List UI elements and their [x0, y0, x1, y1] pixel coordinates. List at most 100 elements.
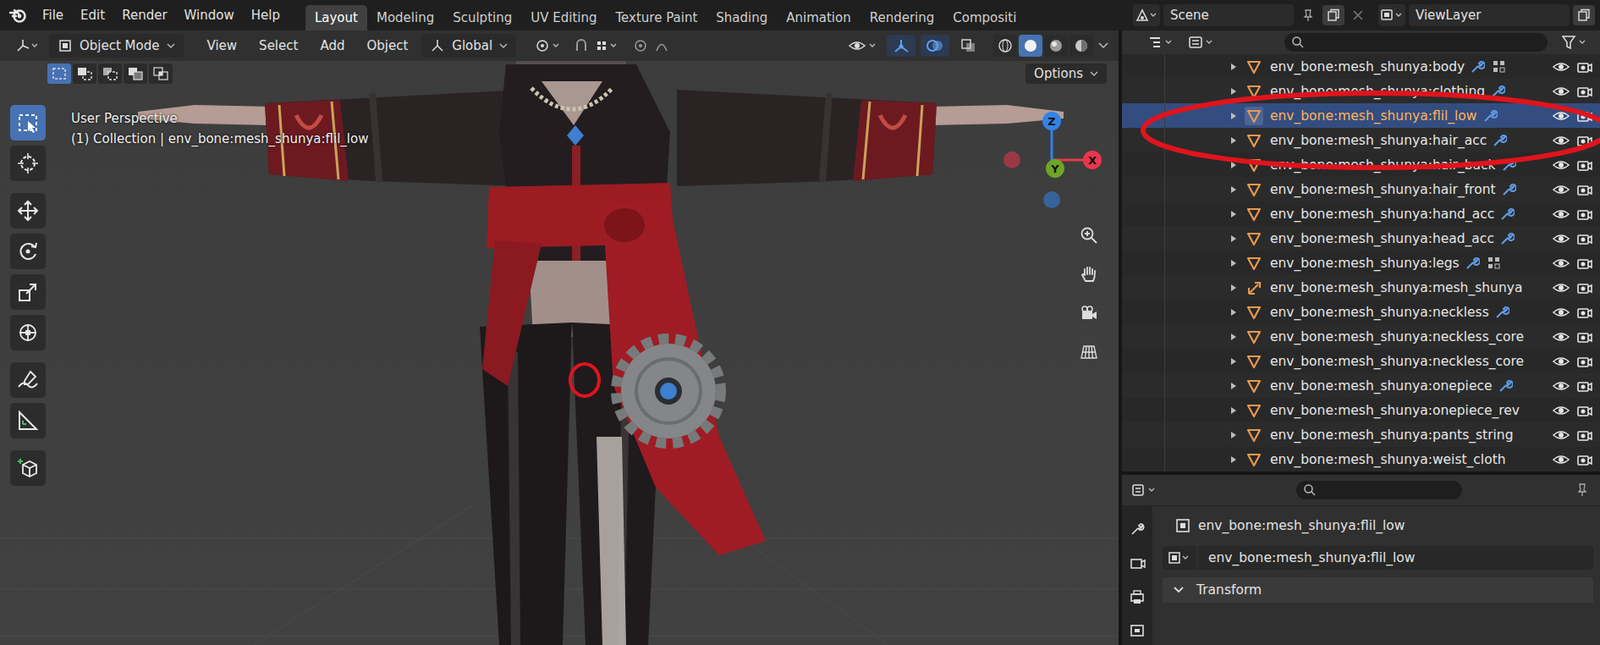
visibility-eye-icon[interactable]: [1550, 83, 1572, 99]
workspace-tab[interactable]: Texture Paint: [605, 5, 707, 31]
expand-arrow-icon[interactable]: [1229, 283, 1242, 292]
outliner-item-name[interactable]: env_bone:mesh_shunya:legs: [1266, 255, 1460, 271]
modifier-wrench-icon[interactable]: [1492, 304, 1512, 320]
zoom-icon[interactable]: [1074, 220, 1104, 250]
vertex-groups-icon[interactable]: [1490, 59, 1509, 75]
expand-arrow-icon[interactable]: [1229, 455, 1242, 464]
render-camera-icon[interactable]: [1574, 353, 1595, 369]
view-layer-tab-icon[interactable]: [1125, 619, 1150, 642]
expand-arrow-icon[interactable]: [1229, 357, 1242, 366]
subtract-select-mode-icon[interactable]: [98, 63, 122, 84]
expand-arrow-icon[interactable]: [1229, 234, 1242, 243]
orientation-dropdown[interactable]: Global: [421, 33, 517, 58]
render-camera-icon[interactable]: [1574, 402, 1595, 418]
render-camera-icon[interactable]: [1574, 83, 1595, 99]
move-tool-icon[interactable]: [10, 192, 46, 229]
visibility-eye-icon[interactable]: [1550, 304, 1572, 320]
outliner-row[interactable]: env_bone:mesh_shunya:onepiece: [1121, 373, 1600, 398]
set-select-mode-icon[interactable]: [47, 63, 72, 84]
modifier-wrench-icon[interactable]: [1490, 132, 1509, 149]
properties-pin-icon[interactable]: [1571, 479, 1594, 501]
menu-item[interactable]: Edit: [71, 4, 114, 27]
outliner-item-name[interactable]: env_bone:mesh_shunya:clothing: [1266, 83, 1485, 99]
expand-arrow-icon[interactable]: [1229, 62, 1242, 72]
outliner-item-name[interactable]: env_bone:mesh_shunya:hair_front: [1266, 181, 1496, 198]
workspace-tab[interactable]: Sculpting: [443, 5, 522, 31]
render-camera-icon[interactable]: [1574, 230, 1595, 247]
visibility-eye-icon[interactable]: [1550, 157, 1572, 173]
select-tool-icon[interactable]: [10, 104, 46, 141]
outliner-row[interactable]: env_bone:mesh_shunya:clothing: [1121, 78, 1600, 104]
outliner-editor-icon[interactable]: [1143, 32, 1182, 53]
rotate-tool-icon[interactable]: [10, 233, 46, 270]
pivot-icon[interactable]: [531, 35, 566, 56]
rendered-shading-icon[interactable]: [1069, 34, 1094, 57]
delete-scene-icon[interactable]: [1347, 5, 1369, 25]
snap-icon[interactable]: [570, 35, 625, 56]
viewport-menu-item[interactable]: Object: [357, 34, 417, 57]
expand-arrow-icon[interactable]: [1229, 209, 1242, 219]
intersect-select-mode-icon[interactable]: [148, 63, 173, 84]
axis-gizmo[interactable]: XYZ: [1000, 109, 1103, 211]
render-camera-icon[interactable]: [1574, 280, 1595, 296]
workspace-tab[interactable]: Animation: [776, 5, 860, 31]
properties-search-field[interactable]: [1296, 480, 1463, 500]
outliner-row[interactable]: env_bone:mesh_shunya:pants_string: [1121, 422, 1600, 447]
modifier-wrench-icon[interactable]: [1468, 59, 1487, 75]
render-camera-icon[interactable]: [1574, 59, 1595, 75]
visibility-eye-icon[interactable]: [1550, 132, 1572, 149]
object-name-field[interactable]: env_bone:mesh_shunya:flil_low: [1198, 545, 1594, 570]
menu-item[interactable]: Window: [175, 4, 243, 27]
outliner-search-field[interactable]: [1284, 32, 1548, 52]
wireframe-shading-icon[interactable]: [993, 34, 1018, 57]
render-camera-icon[interactable]: [1574, 329, 1595, 345]
workspace-tab[interactable]: Layout: [305, 5, 368, 31]
pin-icon[interactable]: [1297, 5, 1320, 26]
modifier-wrench-icon[interactable]: [1480, 108, 1500, 124]
new-view-layer-icon[interactable]: [1572, 5, 1595, 26]
workspace-tab[interactable]: Compositi: [943, 5, 1026, 31]
perspective-grid-icon[interactable]: [1074, 337, 1104, 367]
render-camera-icon[interactable]: [1574, 378, 1595, 394]
visibility-eye-icon[interactable]: [1550, 108, 1572, 124]
menu-item[interactable]: File: [33, 4, 72, 27]
workspace-tab[interactable]: UV Editing: [521, 5, 606, 31]
visibility-eye-icon[interactable]: [1550, 427, 1572, 443]
view-layer-icon[interactable]: [1378, 4, 1406, 27]
camera-view-icon[interactable]: [1074, 298, 1104, 328]
modifier-wrench-icon[interactable]: [1499, 181, 1518, 198]
outliner-row[interactable]: env_bone:mesh_shunya:legs: [1121, 250, 1600, 275]
outliner-row[interactable]: env_bone:mesh_shunya:neckless: [1121, 299, 1600, 325]
scene-selector[interactable]: Scene: [1127, 3, 1374, 28]
solid-shading-icon[interactable]: [1018, 34, 1043, 57]
blender-logo-icon[interactable]: [5, 6, 34, 24]
modifier-wrench-icon[interactable]: [1497, 230, 1517, 247]
expand-arrow-icon[interactable]: [1229, 332, 1242, 341]
viewport-menu-item[interactable]: View: [198, 34, 247, 57]
expand-arrow-icon[interactable]: [1229, 258, 1242, 268]
mode-dropdown[interactable]: Object Mode: [49, 33, 184, 58]
object-browse-icon[interactable]: [1162, 545, 1197, 570]
modifier-wrench-icon[interactable]: [1499, 157, 1518, 173]
output-tab-icon[interactable]: [1125, 585, 1150, 608]
outliner-row[interactable]: env_bone:mesh_shunya:flil_low: [1121, 103, 1600, 128]
visibility-eye-icon[interactable]: [1550, 181, 1572, 198]
scene-name-field[interactable]: Scene: [1163, 4, 1294, 27]
invert-select-mode-icon[interactable]: [123, 63, 148, 84]
outliner-item-name[interactable]: env_bone:mesh_shunya:flil_low: [1266, 108, 1478, 124]
outliner-row[interactable]: env_bone:mesh_shunya:hair_acc: [1121, 127, 1600, 153]
expand-arrow-icon[interactable]: [1229, 185, 1242, 194]
transform-panel-header[interactable]: Transform: [1162, 577, 1594, 603]
outliner-row[interactable]: env_bone:mesh_shunya:body: [1121, 54, 1600, 79]
outliner-row[interactable]: env_bone:mesh_shunya:mesh_shunya: [1121, 274, 1600, 300]
xray-toggle-icon[interactable]: [954, 34, 984, 57]
display-mode-icon[interactable]: [1184, 32, 1222, 53]
outliner-row[interactable]: env_bone:mesh_shunya:neckless_core: [1121, 348, 1600, 374]
pan-hand-icon[interactable]: [1074, 259, 1104, 289]
render-camera-icon[interactable]: [1574, 427, 1595, 443]
visibility-eye-icon[interactable]: [1550, 402, 1572, 418]
add-cube-tool-icon[interactable]: [10, 450, 46, 486]
transform-tool-icon[interactable]: [10, 314, 46, 351]
visibility-eye-icon[interactable]: [1550, 206, 1572, 222]
outliner-item-name[interactable]: env_bone:mesh_shunya:head_acc: [1266, 230, 1495, 247]
